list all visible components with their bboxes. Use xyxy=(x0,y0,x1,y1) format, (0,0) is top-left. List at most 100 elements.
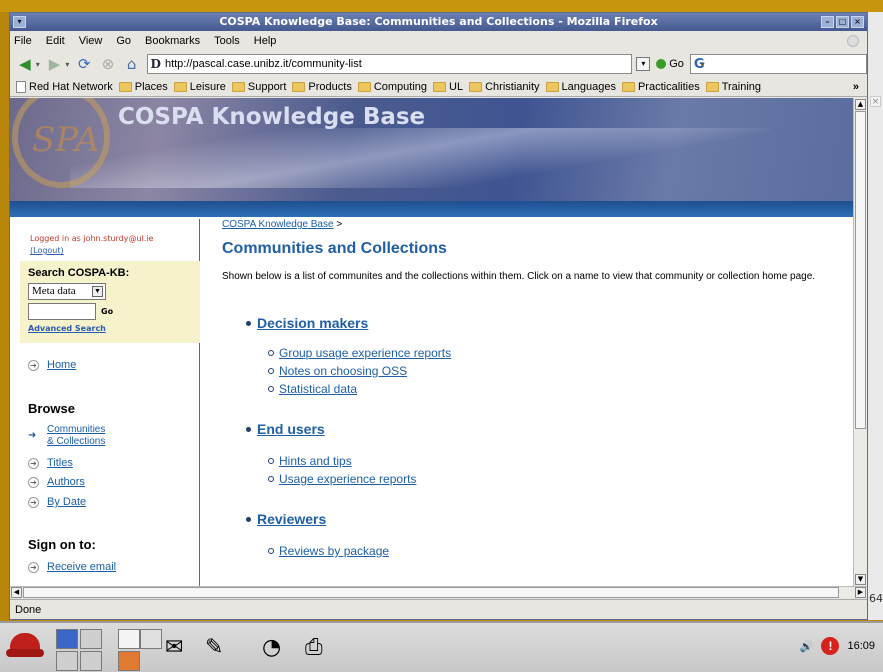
menu-file[interactable]: File xyxy=(14,35,32,47)
collection-link[interactable]: Group usage experience reports xyxy=(279,346,451,360)
circle-bullet-icon xyxy=(268,368,274,374)
back-dropdown-icon[interactable]: ▾ xyxy=(36,60,40,69)
breadcrumb-home-link[interactable]: COSPA Knowledge Base xyxy=(222,219,334,230)
scroll-up-icon[interactable]: ▲ xyxy=(855,99,866,110)
bookmark-computing[interactable]: Computing xyxy=(357,81,427,93)
sidebar-item-home[interactable]: ➔ Home xyxy=(28,359,76,371)
logout-link[interactable]: (Logout) xyxy=(30,246,64,255)
more-bookmarks-icon[interactable]: » xyxy=(853,81,859,93)
collection-link[interactable]: Statistical data xyxy=(279,382,357,396)
url-dropdown-icon[interactable]: ▾ xyxy=(636,57,651,71)
community-item: End users xyxy=(246,421,325,437)
community-link[interactable]: Reviewers xyxy=(257,511,326,527)
printer-icon[interactable]: ⎙ xyxy=(305,635,323,660)
vertical-scroll-thumb[interactable] xyxy=(855,111,866,429)
home-icon[interactable]: ⌂ xyxy=(123,55,141,73)
scroll-right-icon[interactable]: ▶ xyxy=(855,587,866,598)
horizontal-scroll-thumb[interactable] xyxy=(23,587,839,598)
sidebar-item-communities[interactable]: ➜ Communities & Collections xyxy=(28,424,105,448)
firefox-small-icon[interactable] xyxy=(118,651,140,671)
title-bar[interactable]: ▾ COSPA Knowledge Base: Communities and … xyxy=(10,13,867,31)
collection-link[interactable]: Usage experience reports xyxy=(279,472,416,486)
bookmark-products[interactable]: Products xyxy=(292,81,352,93)
home-link[interactable]: Home xyxy=(47,359,76,371)
circle-bullet-icon xyxy=(268,458,274,464)
menu-bookmarks[interactable]: Bookmarks xyxy=(145,35,200,47)
communities-link-line1[interactable]: Communities xyxy=(47,424,105,435)
window-list-icon[interactable] xyxy=(118,629,140,649)
bookmark-support[interactable]: Support xyxy=(231,81,286,93)
impress-icon[interactable]: ◔ xyxy=(262,635,281,660)
horizontal-scrollbar[interactable]: ◀ ▶ xyxy=(10,586,867,598)
scroll-down-icon[interactable]: ▼ xyxy=(855,574,866,585)
window-menu-icon[interactable]: ▾ xyxy=(13,16,26,28)
update-alert-icon[interactable]: ! xyxy=(821,637,840,655)
vertical-scrollbar[interactable]: ▲ ▼ xyxy=(853,98,867,586)
authors-link[interactable]: Authors xyxy=(47,476,85,488)
community-link[interactable]: Decision makers xyxy=(257,315,368,331)
throbber-icon xyxy=(847,35,859,47)
collection-link[interactable]: Reviews by package xyxy=(279,544,389,558)
url-bar[interactable]: D http://pascal.case.unibz.it/community-… xyxy=(146,54,633,74)
sidebar-item-receive-email[interactable]: ➔ Receive email xyxy=(28,561,116,573)
forward-dropdown-icon[interactable]: ▾ xyxy=(65,60,69,69)
volume-icon[interactable]: 🔊 xyxy=(800,640,814,653)
circle-bullet-icon xyxy=(268,548,274,554)
scroll-left-icon[interactable]: ◀ xyxy=(11,587,22,598)
workspace-3-icon[interactable] xyxy=(56,651,78,671)
bookmark-ul[interactable]: UL xyxy=(433,81,463,93)
firefox-task-icon[interactable] xyxy=(56,629,78,649)
folder-icon xyxy=(231,81,245,92)
writer-icon[interactable]: ✎ xyxy=(205,635,223,660)
menu-tools[interactable]: Tools xyxy=(214,35,240,47)
bullet-icon xyxy=(246,516,251,522)
collection-link[interactable]: Notes on choosing OSS xyxy=(279,364,407,378)
red-hat-menu-icon[interactable] xyxy=(6,633,44,657)
forward-arrow-icon[interactable]: ▶ xyxy=(46,55,64,73)
sidebar-item-titles[interactable]: ➔ Titles xyxy=(28,457,73,469)
sidebar-item-authors[interactable]: ➔ Authors xyxy=(28,476,85,488)
search-bar[interactable]: G ▾ xyxy=(689,54,867,74)
community-link[interactable]: End users xyxy=(257,421,325,437)
bookmark-leisure[interactable]: Leisure xyxy=(173,81,226,93)
search-go-button[interactable]: Go xyxy=(101,307,113,316)
collection-link[interactable]: Hints and tips xyxy=(279,454,352,468)
receive-email-link[interactable]: Receive email xyxy=(47,561,116,573)
menu-view[interactable]: View xyxy=(79,35,103,47)
reload-icon[interactable]: ⟳ xyxy=(75,55,93,73)
url-text: http://pascal.case.unibz.it/community-li… xyxy=(164,58,362,70)
sidebar-item-by-date[interactable]: ➔ By Date xyxy=(28,496,86,508)
menu-help[interactable]: Help xyxy=(254,35,277,47)
terminal-icon[interactable] xyxy=(140,629,162,649)
bookmark-places[interactable]: Places xyxy=(118,81,168,93)
communities-link-line2[interactable]: & Collections xyxy=(47,436,105,447)
close-icon[interactable]: × xyxy=(870,96,881,107)
search-scope-select[interactable]: Meta data ▼ xyxy=(28,283,106,300)
minimize-icon[interactable]: – xyxy=(821,16,834,28)
close-icon[interactable]: × xyxy=(851,16,864,28)
workspace-2-icon[interactable] xyxy=(80,629,102,649)
stop-icon[interactable]: ⊗ xyxy=(99,55,117,73)
menu-go[interactable]: Go xyxy=(116,35,131,47)
go-button[interactable]: Go xyxy=(656,58,684,70)
bookmark-red-hat-network[interactable]: Red Hat Network xyxy=(16,80,113,93)
bookmark-christianity[interactable]: Christianity xyxy=(469,81,540,93)
folder-icon xyxy=(118,81,132,92)
by-date-link[interactable]: By Date xyxy=(47,496,86,508)
back-arrow-icon[interactable]: ◀ xyxy=(16,55,34,73)
search-engine-dropdown-icon[interactable]: ▾ xyxy=(701,60,705,69)
maximize-icon[interactable]: □ xyxy=(836,16,849,28)
advanced-search-link[interactable]: Advanced Search xyxy=(28,324,200,333)
search-input[interactable] xyxy=(28,303,96,320)
menu-edit[interactable]: Edit xyxy=(46,35,65,47)
status-bar: Done xyxy=(10,599,867,620)
bookmark-label: Languages xyxy=(561,80,616,93)
sign-on-heading: Sign on to: xyxy=(28,537,96,552)
workspace-4-icon[interactable] xyxy=(80,651,102,671)
cospa-logo-letters: SPA xyxy=(32,120,100,160)
email-icon[interactable]: ✉ xyxy=(165,635,183,660)
titles-link[interactable]: Titles xyxy=(47,457,73,469)
bookmark-training[interactable]: Training xyxy=(705,81,761,93)
bookmark-practicalities[interactable]: Practicalities xyxy=(621,81,700,93)
bookmark-languages[interactable]: Languages xyxy=(545,80,616,93)
